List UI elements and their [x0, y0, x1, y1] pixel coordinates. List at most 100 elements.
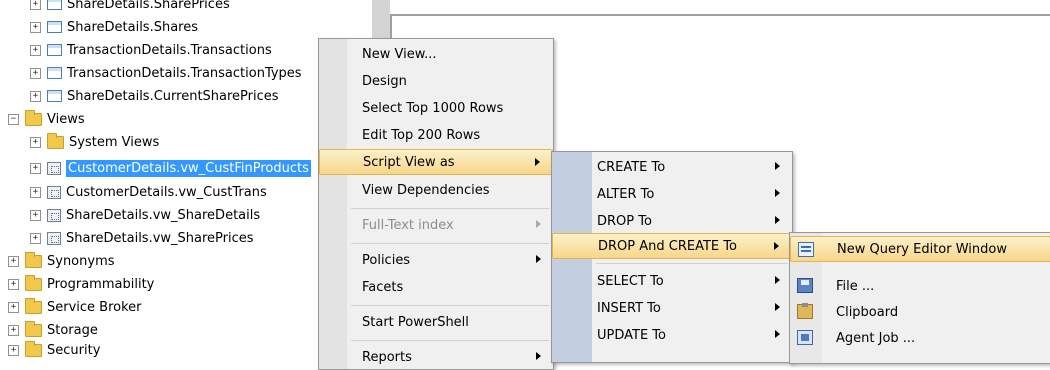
tree-node-transactions[interactable]: + TransactionDetails.Transactions — [30, 39, 272, 61]
object-explorer-tree: + ShareDetails.SharePrices + ShareDetail… — [0, 0, 372, 358]
context-menu: New View... Design Select Top 1000 Rows … — [318, 38, 554, 370]
collapse-icon[interactable]: − — [8, 113, 19, 125]
menu-item-label: New View... — [362, 46, 437, 62]
submenu-arrow-icon — [536, 352, 541, 360]
view-icon — [47, 185, 61, 199]
expand-icon[interactable]: + — [8, 324, 19, 336]
tree-node-label: ShareDetails.Shares — [67, 19, 199, 35]
tree-node-service-broker[interactable]: + Service Broker — [8, 296, 142, 318]
view-icon — [47, 161, 61, 175]
menu-item-select-to[interactable]: SELECT To — [552, 268, 792, 294]
menu-item-script-view-as[interactable]: Script View as — [319, 149, 553, 175]
folder-icon — [25, 320, 42, 337]
menu-item-insert-to[interactable]: INSERT To — [552, 295, 792, 321]
expand-icon[interactable]: + — [30, 209, 41, 221]
clipboard-icon — [797, 303, 813, 319]
menu-item-select-top-rows[interactable]: Select Top 1000 Rows — [319, 95, 553, 121]
menu-item-label: Facets — [362, 279, 404, 295]
tree-node-label: Storage — [47, 322, 98, 338]
submenu-arrow-icon — [775, 189, 780, 197]
tree-node-vw-custfinproducts[interactable]: + CustomerDetails.vw_CustFinProducts — [30, 157, 311, 179]
menu-item-design[interactable]: Design — [319, 68, 553, 94]
menu-item-full-text-index: Full-Text index — [319, 212, 553, 238]
menu-item-new-view[interactable]: New View... — [319, 41, 553, 67]
menu-item-alter-to[interactable]: ALTER To — [552, 181, 792, 207]
expand-icon[interactable]: + — [30, 90, 41, 102]
menu-item-drop-and-create-to[interactable]: DROP And CREATE To — [552, 233, 792, 259]
tree-node-system-views[interactable]: + System Views — [30, 131, 159, 153]
menu-item-edit-top-rows[interactable]: Edit Top 200 Rows — [319, 122, 553, 148]
tree-node-label: TransactionDetails.Transactions — [67, 42, 272, 58]
folder-icon — [25, 109, 42, 126]
tree-node-label: ShareDetails.vw_SharePrices — [66, 230, 254, 246]
expand-icon[interactable]: + — [30, 136, 41, 148]
menu-item-drop-to[interactable]: DROP To — [552, 208, 792, 234]
menu-separator — [351, 243, 549, 244]
tree-node-label: Service Broker — [47, 299, 142, 315]
tree-node-label: Synonyms — [47, 253, 115, 269]
menu-item-label: Reports — [362, 349, 412, 365]
tree-node-transactiontypes[interactable]: + TransactionDetails.TransactionTypes — [30, 62, 302, 84]
script-target-submenu: New Query Editor Window File ... Clipboa… — [789, 232, 1050, 364]
expand-icon[interactable]: + — [30, 21, 41, 33]
menu-item-update-to[interactable]: UPDATE To — [552, 322, 792, 348]
menu-item-clipboard[interactable]: Clipboard — [790, 299, 1050, 325]
tree-node-label: ShareDetails.SharePrices — [67, 0, 230, 12]
menu-item-label: Full-Text index — [362, 217, 454, 233]
submenu-arrow-icon — [536, 255, 541, 263]
menu-item-label: Policies — [362, 252, 411, 268]
expand-icon[interactable]: + — [8, 278, 19, 290]
expand-icon[interactable]: + — [8, 301, 19, 313]
menu-item-file[interactable]: File ... — [790, 273, 1050, 299]
menu-item-view-dependencies[interactable]: View Dependencies — [319, 177, 553, 203]
menu-item-reports[interactable]: Reports — [319, 344, 553, 370]
agent-job-icon — [797, 330, 813, 345]
submenu-arrow-icon — [775, 216, 780, 224]
menu-separator — [351, 208, 549, 209]
tree-node-vw-sharedetails[interactable]: + ShareDetails.vw_ShareDetails — [30, 204, 260, 226]
menu-item-create-to[interactable]: CREATE To — [552, 154, 792, 180]
menu-separator — [596, 263, 788, 264]
tree-node-views[interactable]: − Views — [8, 108, 85, 130]
tree-node-security[interactable]: + Security — [8, 339, 100, 361]
menu-item-new-query-editor-window[interactable]: New Query Editor Window — [790, 236, 1050, 262]
tree-node-shares[interactable]: + ShareDetails.Shares — [30, 16, 198, 38]
menu-separator — [351, 305, 549, 306]
menu-item-label: INSERT To — [597, 300, 661, 316]
tree-node-programmability[interactable]: + Programmability — [8, 273, 154, 295]
menu-item-facets[interactable]: Facets — [319, 274, 553, 300]
menu-item-policies[interactable]: Policies — [319, 247, 553, 273]
tree-node-label: Security — [47, 342, 101, 358]
tree-node-storage[interactable]: + Storage — [8, 319, 98, 341]
expand-icon[interactable]: + — [30, 0, 41, 10]
tree-node-synonyms[interactable]: + Synonyms — [8, 250, 115, 272]
save-file-icon — [797, 278, 813, 293]
menu-item-label: Start PowerShell — [362, 314, 469, 330]
table-icon — [47, 44, 62, 56]
menu-item-start-powershell[interactable]: Start PowerShell — [319, 309, 553, 335]
view-icon — [47, 208, 61, 222]
tree-node-label: System Views — [69, 134, 160, 150]
expand-icon[interactable]: + — [30, 67, 41, 79]
menu-item-label: Edit Top 200 Rows — [362, 127, 481, 143]
expand-icon[interactable]: + — [8, 255, 19, 267]
view-icon — [47, 231, 61, 245]
table-icon — [47, 0, 62, 10]
folder-icon — [25, 340, 42, 357]
submenu-arrow-icon — [774, 242, 779, 250]
script-view-submenu: CREATE To ALTER To DROP To DROP And CREA… — [551, 151, 793, 363]
submenu-arrow-icon — [536, 220, 541, 228]
tree-node-shareprices[interactable]: + ShareDetails.SharePrices — [30, 0, 230, 15]
expand-icon[interactable]: + — [30, 232, 41, 244]
tree-node-label: Views — [47, 111, 85, 127]
expand-icon[interactable]: + — [30, 186, 41, 198]
menu-item-agent-job[interactable]: Agent Job ... — [790, 325, 1050, 351]
menu-item-label: CREATE To — [597, 159, 666, 175]
tree-node-vw-shareprices[interactable]: + ShareDetails.vw_SharePrices — [30, 227, 254, 249]
tree-node-label: Programmability — [47, 276, 155, 292]
tree-node-vw-custtrans[interactable]: + CustomerDetails.vw_CustTrans — [30, 181, 267, 203]
expand-icon[interactable]: + — [30, 44, 41, 56]
menu-item-label: File ... — [836, 278, 875, 294]
expand-icon[interactable]: + — [30, 162, 41, 174]
tree-node-currentshareprices[interactable]: + ShareDetails.CurrentSharePrices — [30, 85, 279, 107]
